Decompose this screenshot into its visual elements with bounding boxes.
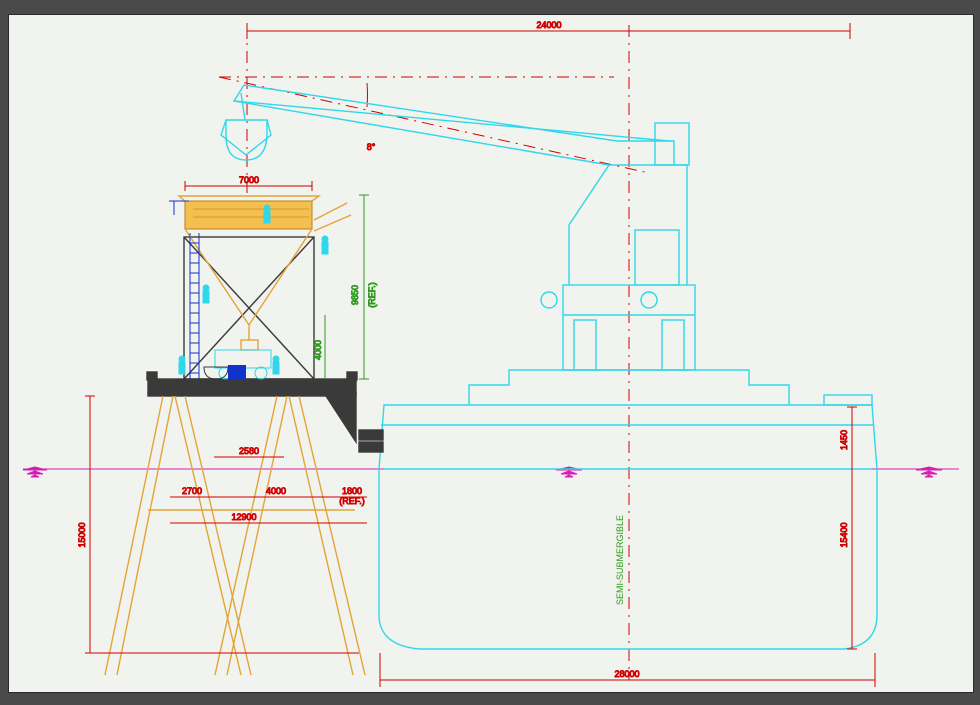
barge-hull (221, 85, 877, 649)
svg-text:9850: 9850 (350, 285, 360, 305)
dimension-hull-depth: 15400 1450 (839, 407, 857, 649)
human-figures (179, 205, 328, 374)
svg-text:(REF.): (REF.) (339, 496, 365, 506)
svg-text:1450: 1450 (839, 430, 849, 450)
svg-text:2700: 2700 (182, 486, 202, 496)
vessel-note: SEMI-SUBMERGIBLE (615, 515, 625, 605)
svg-text:(REF.): (REF.) (367, 282, 377, 308)
svg-text:2580: 2580 (239, 446, 259, 456)
svg-text:4000: 4000 (313, 340, 323, 360)
svg-text:12900: 12900 (231, 512, 256, 522)
weigh-pot (204, 367, 228, 379)
dimension-pile-spacing: 2700 4000 1800 (REF.) 12900 (170, 486, 367, 523)
centerlines (219, 25, 649, 680)
boom-angle: 8° (367, 83, 376, 152)
svg-text:28000: 28000 (614, 669, 639, 679)
svg-text:SEMI-SUBMERGIBLE: SEMI-SUBMERGIBLE (615, 515, 625, 605)
drawing-frame: 24000 8° (8, 14, 974, 693)
hopper-tower-frame (147, 237, 383, 452)
dim-top-value: 24000 (536, 20, 561, 30)
dimension-vessel-span: 28000 (380, 653, 875, 687)
dimension-top-span: 24000 (247, 20, 850, 39)
pump-unit (228, 365, 246, 379)
dock-piles (105, 396, 365, 675)
cad-drawing[interactable]: 24000 8° (9, 15, 973, 692)
dimension-dock-gap: 2580 (214, 446, 284, 457)
svg-text:7000: 7000 (239, 175, 259, 185)
svg-text:8°: 8° (367, 142, 376, 152)
svg-text:1800: 1800 (342, 486, 362, 496)
dimension-hopper-height: 9850 (REF.) 4000 (313, 195, 377, 379)
svg-text:15000: 15000 (77, 522, 87, 547)
dimension-hopper-width: 7000 (185, 175, 312, 191)
dimension-pile-height: 15000 (77, 396, 359, 653)
svg-text:15400: 15400 (839, 522, 849, 547)
svg-text:4000: 4000 (266, 486, 286, 496)
